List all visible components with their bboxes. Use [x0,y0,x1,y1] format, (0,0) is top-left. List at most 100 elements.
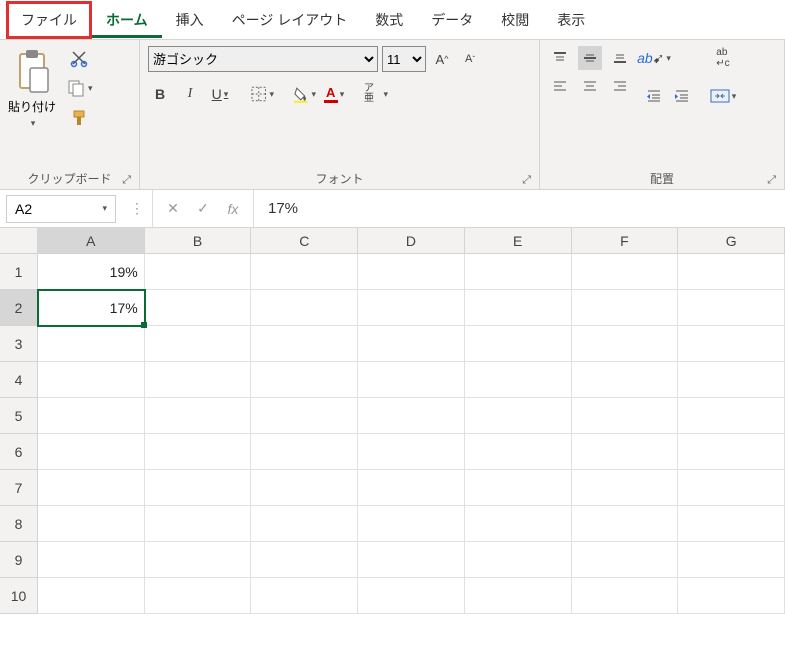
cell-A5[interactable] [38,398,145,434]
cell-D8[interactable] [358,506,465,542]
cell-G4[interactable] [678,362,785,398]
cell-F9[interactable] [572,542,679,578]
cell-G5[interactable] [678,398,785,434]
cell-F6[interactable] [572,434,679,470]
cell-A7[interactable] [38,470,145,506]
increase-font-icon[interactable]: A^ [430,47,454,71]
cell-G6[interactable] [678,434,785,470]
fill-color-button[interactable]: ▾ [292,82,316,106]
orientation-button[interactable]: ab➹▾ [642,46,666,70]
cell-A6[interactable] [38,434,145,470]
row-header-10[interactable]: 10 [0,578,38,614]
cell-D10[interactable] [358,578,465,614]
cell-B6[interactable] [145,434,252,470]
italic-button[interactable]: I [178,82,202,106]
enter-icon[interactable]: ✓ [193,200,213,217]
cut-button[interactable] [64,46,95,70]
cell-A10[interactable] [38,578,145,614]
cell-B8[interactable] [145,506,252,542]
cell-B5[interactable] [145,398,252,434]
decrease-font-icon[interactable]: Aˇ [458,47,482,71]
wrap-text-button[interactable]: ab↵c [708,46,738,70]
tab-review[interactable]: 校閲 [487,2,543,38]
cell-C6[interactable] [251,434,358,470]
cancel-icon[interactable]: ✕ [163,200,183,217]
row-header-4[interactable]: 4 [0,362,38,398]
row-header-3[interactable]: 3 [0,326,38,362]
cell-C9[interactable] [251,542,358,578]
tab-home[interactable]: ホーム [92,2,162,38]
cell-B4[interactable] [145,362,252,398]
cell-D6[interactable] [358,434,465,470]
cell-D7[interactable] [358,470,465,506]
formula-input[interactable]: 17% [253,190,785,227]
cell-A2[interactable]: 17% [38,290,145,326]
cell-F4[interactable] [572,362,679,398]
cell-G10[interactable] [678,578,785,614]
cell-E9[interactable] [465,542,572,578]
font-name-select[interactable]: 游ゴシック [148,46,378,72]
cell-B2[interactable] [145,290,252,326]
cell-B9[interactable] [145,542,252,578]
merge-button[interactable]: ▾ [708,84,738,108]
bold-button[interactable]: B [148,82,172,106]
cell-F8[interactable] [572,506,679,542]
cell-G9[interactable] [678,542,785,578]
cell-A1[interactable]: 19% [38,254,145,290]
cell-E10[interactable] [465,578,572,614]
tab-page-layout[interactable]: ページ レイアウト [218,2,362,38]
cell-C2[interactable] [251,290,358,326]
tab-insert[interactable]: 挿入 [162,2,218,38]
tab-formulas[interactable]: 数式 [361,2,417,38]
cell-E1[interactable] [465,254,572,290]
row-header-6[interactable]: 6 [0,434,38,470]
name-box[interactable]: A2▾ [6,195,116,223]
cell-F1[interactable] [572,254,679,290]
cell-A4[interactable] [38,362,145,398]
cell-E4[interactable] [465,362,572,398]
cell-D9[interactable] [358,542,465,578]
font-launcher[interactable]: ⤢ [522,174,531,187]
cell-B10[interactable] [145,578,252,614]
col-header-D[interactable]: D [358,228,465,254]
cell-D5[interactable] [358,398,465,434]
cell-C5[interactable] [251,398,358,434]
col-header-B[interactable]: B [145,228,252,254]
cell-E7[interactable] [465,470,572,506]
cell-E2[interactable] [465,290,572,326]
increase-indent-icon[interactable] [670,84,694,108]
cell-D3[interactable] [358,326,465,362]
borders-button[interactable]: ▾ [250,82,274,106]
cell-B7[interactable] [145,470,252,506]
col-header-G[interactable]: G [678,228,785,254]
cell-E3[interactable] [465,326,572,362]
copy-button[interactable]: ▾ [64,76,95,100]
col-header-C[interactable]: C [251,228,358,254]
align-right-icon[interactable] [608,74,632,98]
font-color-button[interactable]: A ▾ [322,82,346,106]
fx-icon[interactable]: fx [223,201,243,217]
font-size-select[interactable]: 11 [382,46,426,72]
cell-C8[interactable] [251,506,358,542]
cell-C1[interactable] [251,254,358,290]
select-all-corner[interactable] [0,228,38,254]
row-header-1[interactable]: 1 [0,254,38,290]
cell-A3[interactable] [38,326,145,362]
row-header-2[interactable]: 2 [0,290,38,326]
clipboard-launcher[interactable]: ⤢ [122,174,131,187]
cell-G3[interactable] [678,326,785,362]
cell-C3[interactable] [251,326,358,362]
cell-C10[interactable] [251,578,358,614]
cell-F7[interactable] [572,470,679,506]
col-header-F[interactable]: F [572,228,679,254]
cell-E6[interactable] [465,434,572,470]
cell-C7[interactable] [251,470,358,506]
cell-G1[interactable] [678,254,785,290]
align-middle-icon[interactable] [578,46,602,70]
align-center-icon[interactable] [578,74,602,98]
cell-G2[interactable] [678,290,785,326]
tab-view[interactable]: 表示 [543,2,599,38]
alignment-launcher[interactable]: ⤢ [767,174,776,187]
cell-D1[interactable] [358,254,465,290]
align-top-icon[interactable] [548,46,572,70]
